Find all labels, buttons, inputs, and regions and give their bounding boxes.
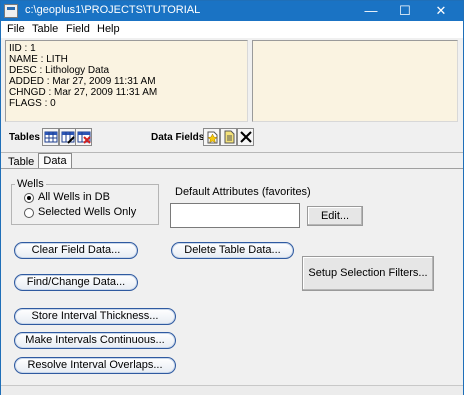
wells-legend: Wells [15,178,46,190]
window-title: c:\geoplus1\PROJECTS\TUTORIAL [25,4,201,16]
info-desc: DESC : Lithology Data [9,65,110,76]
table-grid-icon [44,131,58,143]
info-iid: IID : 1 [9,43,36,54]
info-name: NAME : LITH [9,54,68,65]
field-info-panel[interactable] [252,40,458,122]
selected-wells-label[interactable]: Selected Wells Only [38,206,136,218]
app-icon [4,4,18,18]
info-added: ADDED : Mar 27, 2009 11:31 AM [9,76,156,87]
tables-label: Tables [9,132,40,143]
title-bar[interactable]: c:\geoplus1\PROJECTS\TUTORIAL — ☐ ✕ [1,1,463,21]
new-field-button[interactable] [203,128,220,146]
table-delete-button[interactable] [75,128,92,146]
all-wells-radio[interactable] [24,193,34,203]
default-attributes-label: Default Attributes (favorites) [175,186,311,198]
all-wells-label[interactable]: All Wells in DB [38,191,110,203]
delete-field-button[interactable] [237,128,254,146]
menu-help[interactable]: Help [97,23,120,35]
make-intervals-continuous-button[interactable]: Make Intervals Continuous... [14,332,176,349]
selected-wells-radio[interactable] [24,208,34,218]
tab-data[interactable]: Data [38,153,72,169]
new-field-icon [207,131,218,144]
resolve-interval-overlaps-button[interactable]: Resolve Interval Overlaps... [14,357,176,374]
setup-selection-filters-button[interactable]: Setup Selection Filters... [302,256,434,291]
field-properties-button[interactable] [220,128,237,146]
menu-bar: File Table Field Help [1,21,463,38]
tab-table[interactable]: Table [8,156,34,168]
maximize-button[interactable]: ☐ [389,1,421,21]
table-info-panel[interactable]: IID : 1 NAME : LITH DESC : Lithology Dat… [5,40,248,122]
table-edit-icon [61,131,75,144]
menu-file[interactable]: File [7,23,25,35]
delete-table-data-button[interactable]: Delete Table Data... [171,242,294,259]
main-window: c:\geoplus1\PROJECTS\TUTORIAL — ☐ ✕ File… [0,0,464,395]
clear-field-data-button[interactable]: Clear Field Data... [14,242,138,259]
table-edit-button[interactable] [59,128,76,146]
default-attributes-select[interactable] [170,203,300,228]
tab-separator [1,168,463,169]
menu-table[interactable]: Table [32,23,58,35]
store-interval-thickness-button[interactable]: Store Interval Thickness... [14,308,176,325]
edit-attributes-button[interactable]: Edit... [307,206,363,226]
delete-field-icon [240,131,252,143]
table-delete-icon [77,131,91,144]
menu-field[interactable]: Field [66,23,90,35]
info-flags: FLAGS : 0 [9,98,56,109]
find-change-data-button[interactable]: Find/Change Data... [14,274,138,291]
close-button[interactable]: ✕ [425,1,457,21]
minimize-button[interactable]: — [355,1,387,21]
field-properties-icon [224,130,235,144]
background-window-strip [1,385,463,395]
info-changed: CHNGD : Mar 27, 2009 11:31 AM [9,87,158,98]
data-fields-label: Data Fields [151,132,205,143]
table-grid-button[interactable] [42,128,59,146]
